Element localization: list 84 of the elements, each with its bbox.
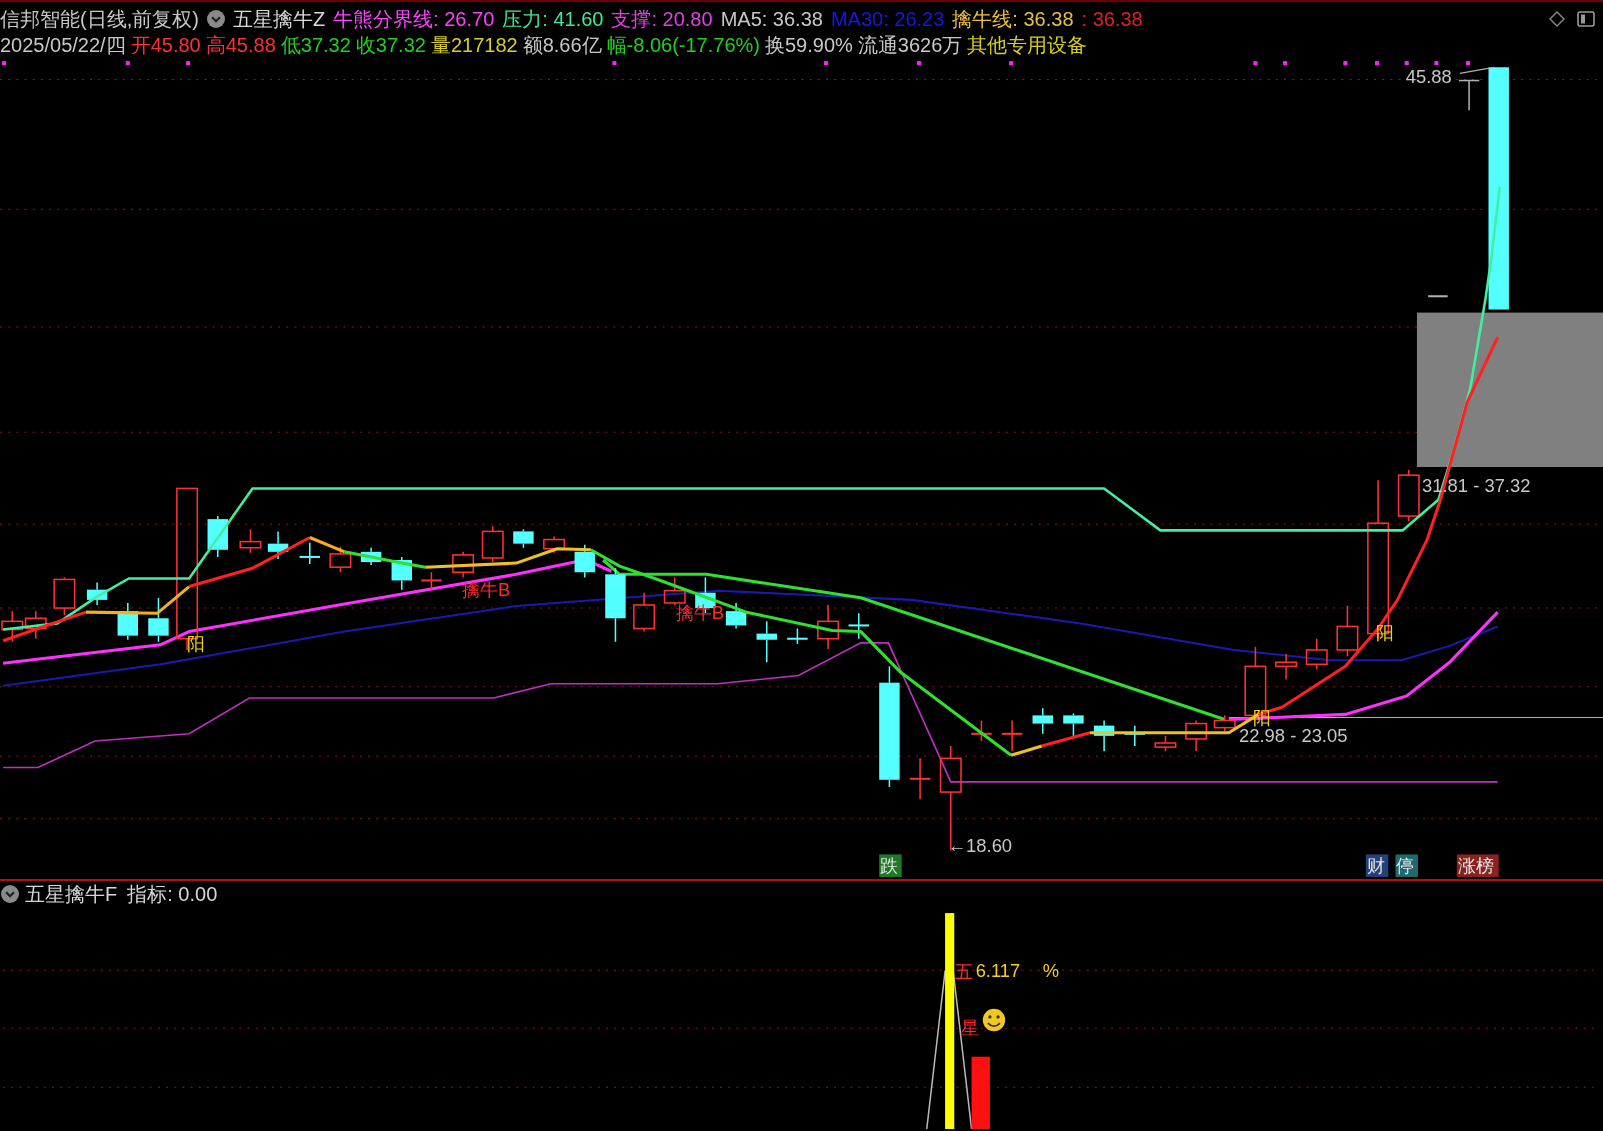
- quote-value: 幅-8.06(-17.76%): [606, 33, 760, 57]
- candlestick: [971, 719, 992, 742]
- candlestick: [1154, 735, 1177, 752]
- signal-tag: 涨榜: [1456, 854, 1499, 877]
- panel-reading: 指标: 0.00: [127, 882, 218, 906]
- quote-value: 换59.90%: [765, 33, 853, 57]
- panel-icon[interactable]: [1577, 10, 1595, 27]
- candlestick: [360, 546, 382, 566]
- value-label: %: [1042, 960, 1060, 982]
- quote-value: 2025/05/22/四: [0, 33, 126, 57]
- diamond-icon[interactable]: [1549, 10, 1565, 27]
- quote-value: 收37.32: [355, 33, 426, 57]
- candlestick: [1124, 724, 1145, 747]
- candlestick: [1336, 605, 1359, 657]
- indicator-value: MA30: 26.23: [830, 6, 945, 31]
- candlestick: [117, 602, 138, 641]
- quote-value: 开45.80: [130, 33, 201, 57]
- candlestick: [633, 591, 656, 633]
- quote-value: 量217182: [430, 33, 518, 57]
- candlestick: [299, 541, 320, 565]
- candlestick: [86, 581, 108, 606]
- indicator-value: 支撑: 20.80: [611, 6, 713, 31]
- indicator-name: 五星擒牛Z: [232, 6, 326, 31]
- candlestick: [909, 757, 931, 800]
- marker-label: 星: [961, 1017, 980, 1039]
- leader-line: [1459, 66, 1496, 74]
- candlestick: [1305, 637, 1328, 671]
- candlestick: [481, 525, 504, 563]
- candlestick: [574, 543, 595, 579]
- candlestick: [1275, 653, 1298, 681]
- quote-value: 额8.66亿: [522, 33, 602, 57]
- panel-title: 五星擒牛F: [25, 882, 118, 906]
- candlestick: [1213, 714, 1236, 733]
- candlestick: [148, 597, 169, 643]
- candlestick: [329, 545, 352, 574]
- price-label: ←18.60: [947, 835, 1013, 857]
- candlestick: [267, 530, 289, 560]
- price-label: 45.88: [1405, 65, 1452, 87]
- candlestick: [756, 620, 777, 663]
- candlestick: [848, 612, 869, 640]
- dropdown-icon[interactable]: [1, 885, 19, 903]
- candlestick: [24, 610, 47, 640]
- candlestick: [1397, 469, 1420, 522]
- smiley-icon: [982, 1008, 1006, 1032]
- security-title: 信邦智能(日线,前复权): [0, 6, 199, 31]
- candlestick: [452, 551, 475, 579]
- price-marker: [1428, 295, 1448, 298]
- quote-value: 流通3626万: [857, 33, 963, 57]
- quote-value: 其他专用设备: [967, 33, 1088, 57]
- value-label: 6.117: [975, 960, 1021, 982]
- signal-label: 阳: [187, 632, 206, 654]
- candlestick: [421, 571, 442, 592]
- price-marker: [1458, 79, 1481, 111]
- quote-value: 高45.88: [205, 33, 276, 57]
- signal-label: 擒牛B: [675, 602, 725, 624]
- candlestick: [1001, 719, 1023, 752]
- signal-label: 阳: [1253, 706, 1272, 728]
- candlestick: [513, 528, 534, 549]
- candlestick: [53, 576, 76, 616]
- candlestick: [1093, 719, 1115, 752]
- indicator-value: 牛熊分界线: 26.70: [333, 6, 495, 31]
- dropdown-icon[interactable]: [206, 9, 225, 28]
- candlestick: [1, 610, 24, 643]
- marker-label: 五: [955, 961, 974, 983]
- signal-label: 擒牛B: [462, 578, 511, 600]
- candlestick: [391, 556, 412, 591]
- candlestick: [787, 627, 808, 645]
- candlestick: [663, 576, 686, 606]
- candlestick: [1032, 707, 1053, 735]
- indicator-value: : 36.38: [1081, 6, 1143, 31]
- candlestick: [1185, 719, 1208, 752]
- quote-value: 低37.32: [280, 33, 351, 57]
- indicator-value: MA5: 36.38: [720, 6, 823, 31]
- indicator-value: 压力: 41.60: [502, 6, 604, 31]
- signal-tag: 财: [1365, 854, 1389, 877]
- signal-tag: 跌: [879, 854, 902, 877]
- indicator-value: 擒牛线: 36.38: [952, 6, 1074, 31]
- candlestick: [1063, 712, 1084, 737]
- signal-tag: 停: [1395, 854, 1418, 877]
- candlestick: [725, 602, 747, 630]
- candlestick: [239, 528, 262, 554]
- candlestick: [817, 604, 840, 650]
- candlestick: [207, 515, 228, 558]
- candlestick: [543, 535, 566, 554]
